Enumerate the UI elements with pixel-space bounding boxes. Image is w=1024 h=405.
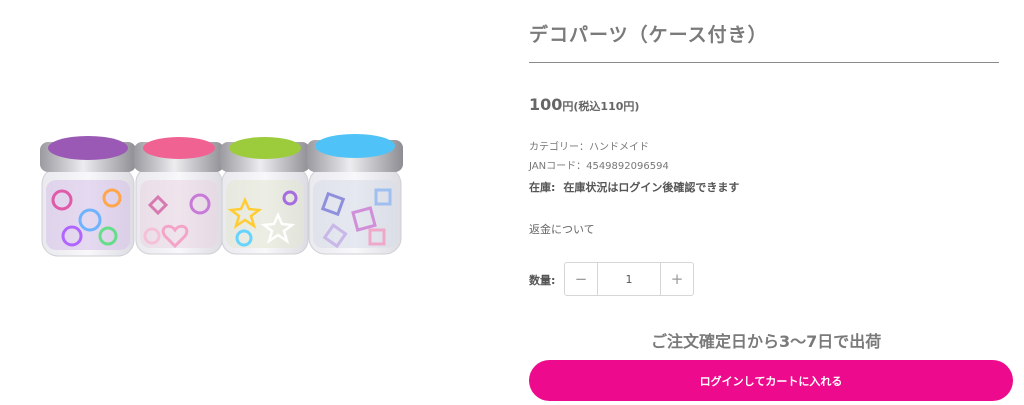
price-value: 100 — [529, 95, 563, 114]
jar-purple — [40, 136, 136, 257]
stock-status: 在庫: 在庫状況はログイン後確認できます — [529, 179, 739, 195]
refund-link[interactable]: 返金について — [529, 221, 595, 237]
jan-code-text: JANコード：4549892096594 — [529, 161, 669, 172]
product-title: デコパーツ（ケース付き） — [529, 24, 768, 46]
shipping-note: ご注文確定日から3〜7日で出荷 — [651, 332, 882, 351]
jar-green — [220, 137, 310, 255]
login-add-to-cart-button[interactable]: ログインしてカートに入れる — [529, 360, 1013, 401]
stock-label: 在庫: — [529, 181, 556, 194]
product-photo — [40, 134, 403, 257]
price: 100円(税込110円) — [529, 95, 639, 114]
price-tax: 円(税込110円) — [562, 100, 640, 113]
quantity-stepper: − + — [564, 262, 694, 296]
category-text: カテゴリー：ハンドメイド — [529, 142, 649, 153]
product-image — [0, 0, 470, 405]
jar-blue — [307, 134, 403, 255]
quantity-row: 数量: − + — [529, 262, 699, 296]
quantity-input[interactable] — [598, 263, 660, 295]
stock-text: 在庫状況はログイン後確認できます — [563, 181, 740, 194]
title-divider — [529, 62, 999, 63]
jar-pink — [134, 137, 224, 255]
quantity-label: 数量: — [529, 274, 556, 287]
quantity-increase-button[interactable]: + — [660, 263, 693, 295]
quantity-decrease-button[interactable]: − — [565, 263, 598, 295]
